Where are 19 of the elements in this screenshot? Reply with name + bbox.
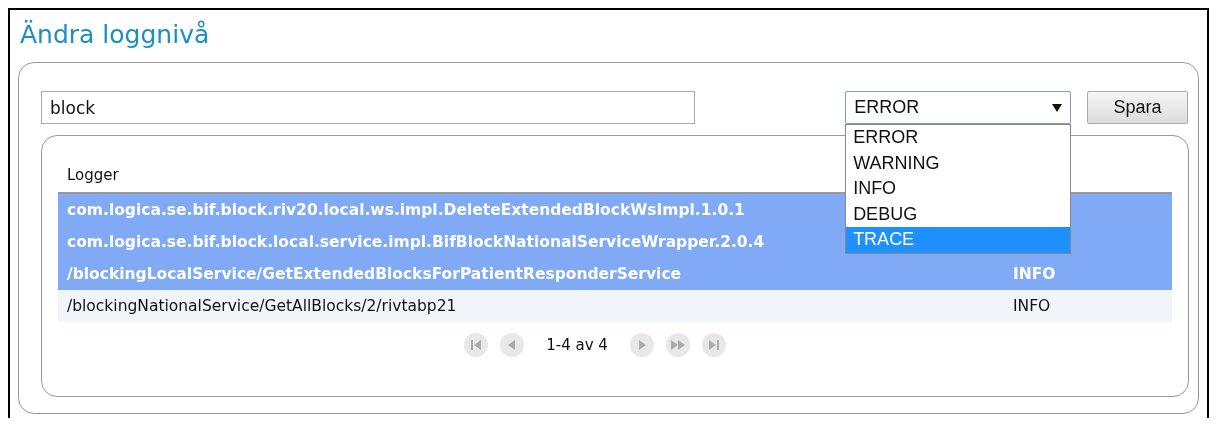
save-button[interactable]: Spara: [1087, 91, 1188, 124]
search-field[interactable]: block: [41, 91, 696, 124]
level-cell-text: INFO: [1013, 265, 1057, 283]
last-page-icon[interactable]: [701, 333, 726, 357]
caret-icon: [1052, 103, 1063, 112]
previous-page-icon[interactable]: [500, 333, 525, 357]
logger-cell: /blockingLocalService/GetExtendedBlocksForPatientResponderService: [67, 265, 682, 283]
page-info: 1-4 av 4: [546, 336, 608, 354]
page-title: Ändra loggnivå: [20, 19, 211, 51]
table-row[interactable]: /blockingNationalService/GetAllBlocks/2/rivtabp21 INFO: [58, 290, 1172, 322]
first-page-icon[interactable]: [464, 333, 489, 357]
logger-cell: com.logica.se.bif.block.local.service.impl.BifBlockNationalServiceWrapper.2.0.4: [67, 233, 765, 251]
next-page-icon[interactable]: [629, 333, 654, 357]
fast-forward-icon[interactable]: [665, 333, 690, 357]
logger-cell: com.logica.se.bif.block.riv20.local.ws.impl.DeleteExtendedBlockWsImpl.1.0.1: [67, 201, 745, 219]
logger-cell: /blockingNationalService/GetAllBlocks/2/rivtabp21: [67, 297, 457, 315]
column-header: Logger: [67, 166, 119, 184]
level-cell-text: INFO: [1013, 297, 1052, 315]
level-dropdown[interactable]: ERROR: [845, 91, 1072, 124]
